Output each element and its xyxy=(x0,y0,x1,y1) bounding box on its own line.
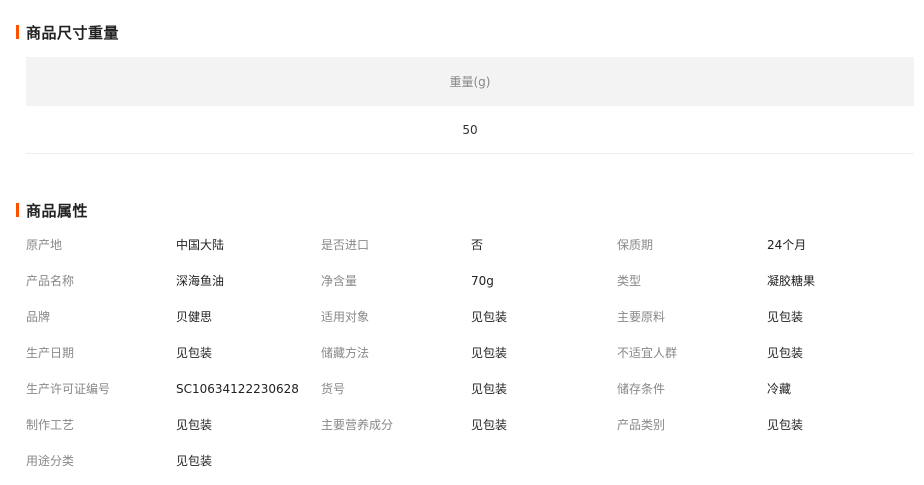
attribute-value: 冷藏 xyxy=(767,382,792,396)
attribute-label: 货号 xyxy=(321,382,346,396)
attribute-row: 生产许可证编号 SC10634122230628 货号 见包装 储存条件 冷藏 xyxy=(26,371,916,407)
attribute-value: 见包装 xyxy=(471,382,508,396)
attribute-value: 见包装 xyxy=(176,346,213,360)
attribute-row: 产品名称 深海鱼油 净含量 70g 类型 凝胶糖果 xyxy=(26,263,916,299)
attribute-label: 生产许可证编号 xyxy=(26,382,111,396)
attribute-value: 见包装 xyxy=(176,418,213,432)
section-accent-bar xyxy=(16,25,19,39)
section-title-attributes: 商品属性 xyxy=(16,201,89,220)
attribute-label: 用途分类 xyxy=(26,454,75,468)
attribute-label: 储存条件 xyxy=(617,382,666,396)
attribute-label: 主要原料 xyxy=(617,310,666,324)
attribute-label: 产品名称 xyxy=(26,274,75,288)
attribute-value: 见包装 xyxy=(471,310,508,324)
attribute-value: 凝胶糖果 xyxy=(767,274,816,288)
attribute-value: 贝健思 xyxy=(176,310,213,324)
attribute-label: 产品类别 xyxy=(617,418,666,432)
attribute-label: 储藏方法 xyxy=(321,346,370,360)
attribute-value: 中国大陆 xyxy=(176,238,225,252)
attribute-value: 70g xyxy=(471,274,494,288)
attribute-value: 24个月 xyxy=(767,238,807,252)
attribute-value: 见包装 xyxy=(176,454,213,468)
section-accent-bar xyxy=(16,203,19,217)
attribute-label: 净含量 xyxy=(321,274,358,288)
section-title-size-weight: 商品尺寸重量 xyxy=(16,23,120,42)
attribute-value: 深海鱼油 xyxy=(176,274,225,288)
attribute-label: 主要营养成分 xyxy=(321,418,394,432)
attribute-value: 见包装 xyxy=(471,346,508,360)
attribute-grid: 原产地 中国大陆 是否进口 否 保质期 24个月产品名称 深海鱼油 净含量 70g 类型 凝胶糖果品… xyxy=(26,227,916,479)
table-cell-weight-value: 50 xyxy=(26,106,914,154)
attribute-label: 类型 xyxy=(617,274,642,288)
attribute-row: 原产地 中国大陆 是否进口 否 保质期 24个月 xyxy=(26,227,916,263)
attribute-label: 品牌 xyxy=(26,310,51,324)
attribute-label: 原产地 xyxy=(26,238,63,252)
attribute-value: 见包装 xyxy=(767,346,804,360)
attribute-label: 适用对象 xyxy=(321,310,370,324)
attribute-label: 生产日期 xyxy=(26,346,75,360)
attribute-row: 品牌 贝健思 适用对象 见包装 主要原料 见包装 xyxy=(26,299,916,335)
size-weight-table: 重量(g) 50 xyxy=(26,57,914,154)
section-title-text: 商品属性 xyxy=(26,201,89,220)
attribute-value: 否 xyxy=(471,238,484,252)
attribute-value: 见包装 xyxy=(767,310,804,324)
attribute-value: 见包装 xyxy=(471,418,508,432)
attribute-label: 保质期 xyxy=(617,238,654,252)
attribute-row: 制作工艺 见包装 主要营养成分 见包装 产品类别 见包装 xyxy=(26,407,916,443)
attribute-row: 用途分类 见包装 xyxy=(26,443,916,479)
table-header-weight: 重量(g) xyxy=(26,57,914,106)
attribute-value: 见包装 xyxy=(767,418,804,432)
attribute-label: 是否进口 xyxy=(321,238,370,252)
attribute-label: 制作工艺 xyxy=(26,418,75,432)
section-title-text: 商品尺寸重量 xyxy=(26,23,120,42)
attribute-row: 生产日期 见包装 储藏方法 见包装 不适宜人群 见包装 xyxy=(26,335,916,371)
attribute-label: 不适宜人群 xyxy=(617,346,678,360)
attribute-value: SC10634122230628 xyxy=(176,382,299,396)
